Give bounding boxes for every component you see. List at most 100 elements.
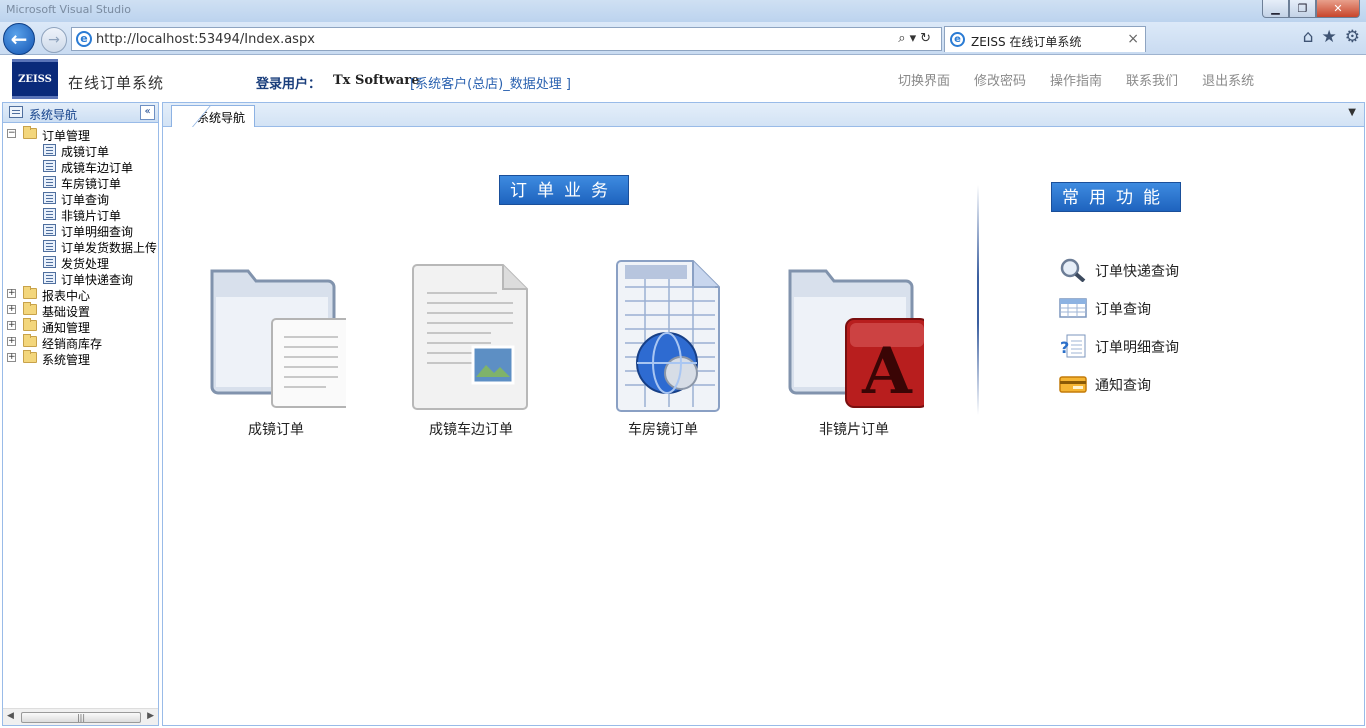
nav-switch-interface[interactable]: 切换界面 [898,70,950,89]
favorites-star-icon[interactable]: ★ [1322,27,1337,47]
scroll-left-icon[interactable]: ◀ [7,711,14,721]
quick-item-label[interactable]: 订单明细查询 [1095,337,1179,357]
close-window-button[interactable]: ✕ [1316,0,1360,18]
order-item-label[interactable]: 非镜片订单 [779,419,929,439]
section-divider [977,185,979,415]
address-tools: ⌕▾↻ [898,31,935,46]
tab-ie-icon: e [950,32,965,47]
sidebar-header: 系统导航 « [3,103,158,123]
system-title: 在线订单系统 [68,74,165,92]
nav-logout[interactable]: 退出系统 [1202,70,1254,89]
spreadsheet-globe-icon [593,253,733,413]
top-nav: 切换界面 修改密码 操作指南 联系我们 退出系统 [898,70,1254,89]
folder-icon [23,318,37,331]
order-item-non-lens[interactable]: A 非镜片订单 [779,253,929,439]
folder-document-icon [206,253,351,413]
quick-item-label[interactable]: 订单查询 [1095,299,1151,319]
tree-item[interactable]: 非镜片订单 [3,206,158,223]
expand-node-icon[interactable]: + [7,305,16,314]
folder-icon [23,302,37,315]
dropdown-icon[interactable]: ▾ [910,31,921,46]
home-icon[interactable]: ⌂ [1303,27,1314,47]
svg-text:A: A [861,334,913,409]
search-icon[interactable]: ⌕ [898,31,909,46]
minimize-button[interactable]: ▁ [1262,0,1289,18]
forward-button[interactable]: → [41,27,67,53]
tab-menu-icon[interactable]: ▼ [1348,107,1356,118]
login-label: 登录用户： [256,77,322,92]
tree-group-label[interactable]: 系统管理 [42,351,90,368]
folder-icon [23,286,37,299]
nav-change-password[interactable]: 修改密码 [974,70,1026,89]
collapse-node-icon[interactable]: − [7,129,16,138]
tree-group-order-management[interactable]: − 订单管理 [3,126,158,143]
expand-node-icon[interactable]: + [7,353,16,362]
zeiss-logo: ZEISS [12,59,58,99]
browser-tab[interactable]: e ZEISS 在线订单系统 × [944,26,1146,52]
order-item-finished-glasses[interactable]: 成镜订单 [201,253,351,439]
nav-contact-us[interactable]: 联系我们 [1126,70,1178,89]
address-url[interactable]: http://localhost:53494/Index.aspx [96,32,315,47]
browser-navbar: ← → e http://localhost:53494/Index.aspx … [0,22,1366,55]
page-icon [43,144,56,156]
window-controls: ▁ ❐ ✕ [1262,0,1360,18]
order-item-edged-glasses[interactable]: 成镜车边订单 [396,253,546,439]
tree-group-dealer-inventory[interactable]: + 经销商库存 [3,334,158,351]
tree-item[interactable]: 成镜订单 [3,142,158,159]
sidebar-title: 系统导航 [29,108,78,122]
folder-icon [23,334,37,347]
scroll-right-icon[interactable]: ▶ [147,711,154,721]
order-section-title: 订单业务 [499,175,629,205]
quick-item-label[interactable]: 订单快递查询 [1095,261,1179,281]
folder-icon [23,350,37,363]
table-icon [1059,296,1087,320]
help-document-icon: ? [1059,334,1087,358]
expand-node-icon[interactable]: + [7,289,16,298]
nav-user-guide[interactable]: 操作指南 [1050,70,1102,89]
back-button[interactable]: ← [3,23,35,55]
card-icon [1059,372,1087,396]
tree-group-system-management[interactable]: + 系统管理 [3,350,158,368]
refresh-icon[interactable]: ↻ [920,31,935,46]
order-item-label[interactable]: 车房镜订单 [588,419,738,439]
tree-group-notices[interactable]: + 通知管理 [3,318,158,335]
maximize-button[interactable]: ❐ [1289,0,1316,18]
login-role: [系统客户(总店)_数据处理 ] [410,77,571,92]
tree-item[interactable]: 订单快递查询 [3,270,158,287]
scrollbar-thumb[interactable]: ||| [21,712,141,723]
tab-title: ZEISS 在线订单系统 [971,35,1082,49]
back-arrow-icon: ← [10,27,28,51]
tree-item[interactable]: 订单明细查询 [3,222,158,239]
expand-node-icon[interactable]: + [7,337,16,346]
collapse-sidebar-button[interactable]: « [140,105,155,120]
browser-toolbar: ⌂ ★ ⚙ [1303,27,1360,47]
main-tabbar: 系统导航 ▼ [163,103,1364,127]
tree-group-reports[interactable]: + 报表中心 [3,286,158,303]
app-header: ZEISS 在线订单系统 登录用户： Tx Software [系统客户(总店)… [0,56,1366,101]
order-item-rx-lens[interactable]: 车房镜订单 [588,253,738,439]
tab-close-icon[interactable]: × [1127,31,1139,47]
quick-item-label[interactable]: 通知查询 [1095,375,1151,395]
page-icon [43,256,56,268]
page-icon [43,272,56,284]
svg-text:?: ? [1060,338,1069,357]
tree-item[interactable]: 订单查询 [3,190,158,207]
sidebar-horizontal-scrollbar[interactable]: ◀ ||| ▶ [3,708,158,725]
folder-icon [23,126,37,139]
window-titlebar: Microsoft Visual Studio ▁ ❐ ✕ [0,0,1366,22]
tree-item[interactable]: 发货处理 [3,254,158,271]
tab-system-navigation[interactable]: 系统导航 [171,105,255,127]
navigation-icon [9,106,23,118]
address-bar[interactable]: e http://localhost:53494/Index.aspx ⌕▾↻ [71,27,942,51]
order-item-label[interactable]: 成镜车边订单 [396,419,546,439]
gear-icon[interactable]: ⚙ [1345,27,1360,47]
tree-item[interactable]: 成镜车边订单 [3,158,158,175]
login-user: Tx Software [333,73,420,88]
document-image-icon [401,253,541,413]
tree-group-basic-settings[interactable]: + 基础设置 [3,302,158,319]
expand-node-icon[interactable]: + [7,321,16,330]
tree-item[interactable]: 订单发货数据上传 [3,238,158,255]
tree-item[interactable]: 车房镜订单 [3,174,158,191]
nav-tree: − 订单管理 成镜订单 成镜车边订单 车房镜订单 订单查询 非镜片订单 订单明细… [3,123,158,368]
order-item-label[interactable]: 成镜订单 [201,419,351,439]
